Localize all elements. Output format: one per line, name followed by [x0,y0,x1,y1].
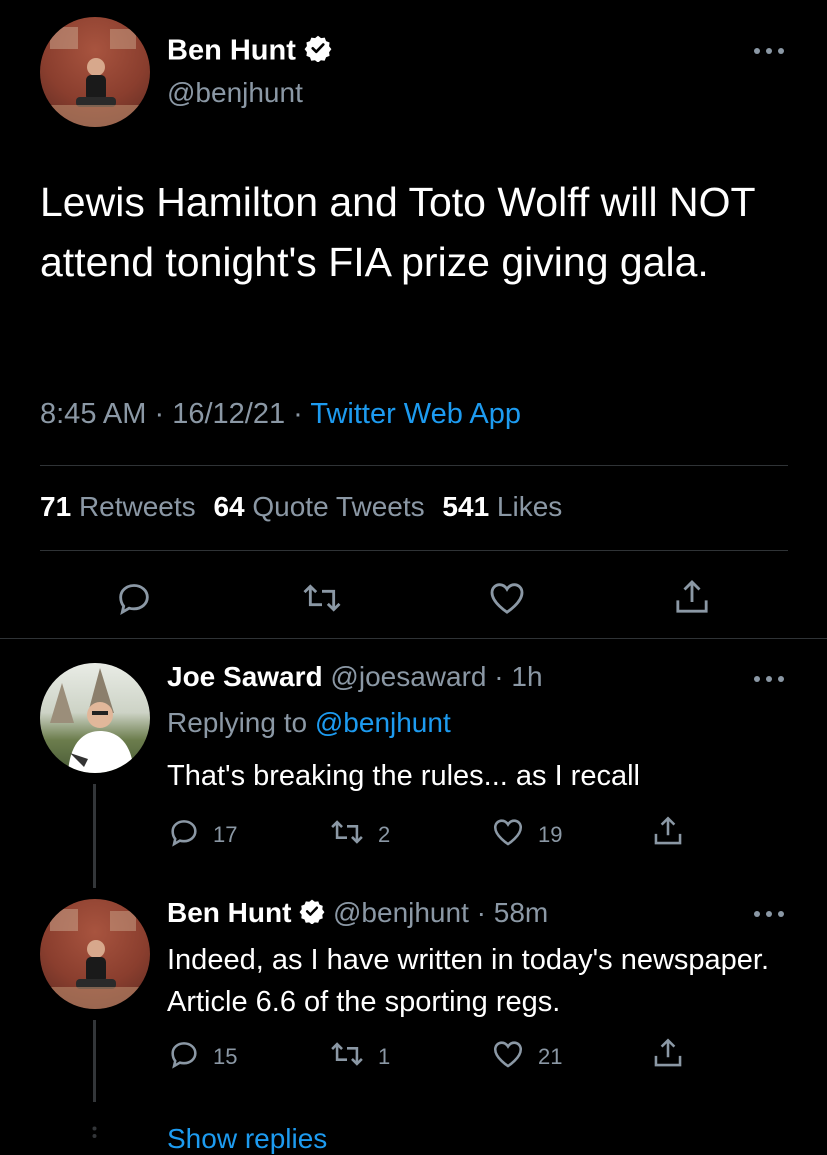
show-replies-link[interactable]: Show replies [167,1123,327,1155]
retweet-icon[interactable] [300,578,344,623]
reply-age[interactable]: 58m [494,897,548,928]
replying-label: Replying to [167,707,308,738]
retweet-count: 1 [378,1044,391,1069]
retweet-count: 2 [378,822,391,847]
likes-label: Likes [496,491,563,522]
meta-separator: · [146,398,173,430]
reply-count: 17 [213,822,238,847]
share-button[interactable] [651,1035,685,1077]
reply-icon [167,1037,201,1077]
retweets-stat[interactable]: 71 Retweets [40,491,196,522]
like-count: 21 [538,1044,563,1069]
thread-line [93,1020,96,1102]
retweet-button[interactable]: 2 [328,815,390,855]
quotes-count: 64 [213,491,245,522]
more-icon[interactable] [752,907,786,926]
reply-button[interactable]: 15 [167,1037,237,1077]
like-icon[interactable] [486,578,528,623]
tweet-source[interactable]: Twitter Web App [310,398,521,430]
author-handle[interactable]: @joesaward [330,661,486,692]
thread-line [93,784,96,888]
verified-icon [304,34,332,70]
share-icon [651,1035,685,1077]
replying-to: Replying to @benjhunt [167,707,451,739]
tweet-time[interactable]: 8:45 AM [40,398,146,430]
reply-text: That's breaking the rules... as I recall [167,760,640,792]
avatar[interactable] [40,899,150,1009]
tweet-text: Lewis Hamilton and Toto Wolff will NOT a… [40,179,755,285]
thread-dots [92,1126,97,1148]
reply-age[interactable]: 1h [511,661,542,692]
share-icon[interactable] [672,576,712,623]
retweet-button[interactable]: 1 [328,1037,390,1077]
meta-separator: · [486,661,512,692]
quotes-stat[interactable]: 64 Quote Tweets [213,491,424,522]
reply-icon[interactable] [114,578,154,623]
retweet-icon [328,1037,366,1077]
divider [40,465,788,466]
quotes-label: Quote Tweets [252,491,425,522]
reply-button[interactable]: 17 [167,815,237,855]
replying-to-handle[interactable]: @benjhunt [315,707,451,738]
avatar[interactable] [40,17,150,127]
meta-separator: · [285,398,311,430]
like-button[interactable]: 21 [490,1037,562,1077]
reply-count: 15 [213,1044,238,1069]
retweets-label: Retweets [78,491,196,522]
like-button[interactable]: 19 [490,815,562,855]
divider [0,638,827,639]
likes-stat[interactable]: 541 Likes [442,491,562,522]
reply-icon [167,815,201,855]
like-icon [490,1037,526,1077]
author-handle[interactable]: @benjhunt [167,77,303,109]
meta-separator: · [468,897,494,928]
more-icon[interactable] [752,44,786,63]
retweets-count: 71 [40,491,72,522]
author-name[interactable]: Ben Hunt [167,35,296,67]
author-name[interactable]: Joe Saward [167,661,323,692]
retweet-icon [328,815,366,855]
likes-count: 541 [442,491,490,522]
verified-icon [299,898,325,931]
avatar[interactable] [40,663,150,773]
reply-header: Ben Hunt @benjhunt · 58m [167,897,548,931]
like-icon [490,815,526,855]
divider [40,550,788,551]
author-handle[interactable]: @benjhunt [333,897,469,928]
share-icon [651,813,685,855]
tweet-meta: 8:45 AM · 16/12/21 · Twitter Web App [40,398,521,431]
reply-header: Joe Saward @joesaward · 1h [167,661,543,693]
tweet-stats: 71 Retweets 64 Quote Tweets 541 Likes [40,491,562,523]
author-name[interactable]: Ben Hunt [167,897,291,928]
tweet-date[interactable]: 16/12/21 [172,398,285,430]
reply-text: Indeed, as I have written in today's new… [167,944,770,1018]
more-icon[interactable] [752,672,786,691]
like-count: 19 [538,822,563,847]
author-row: Ben Hunt [167,34,332,70]
share-button[interactable] [651,813,685,855]
